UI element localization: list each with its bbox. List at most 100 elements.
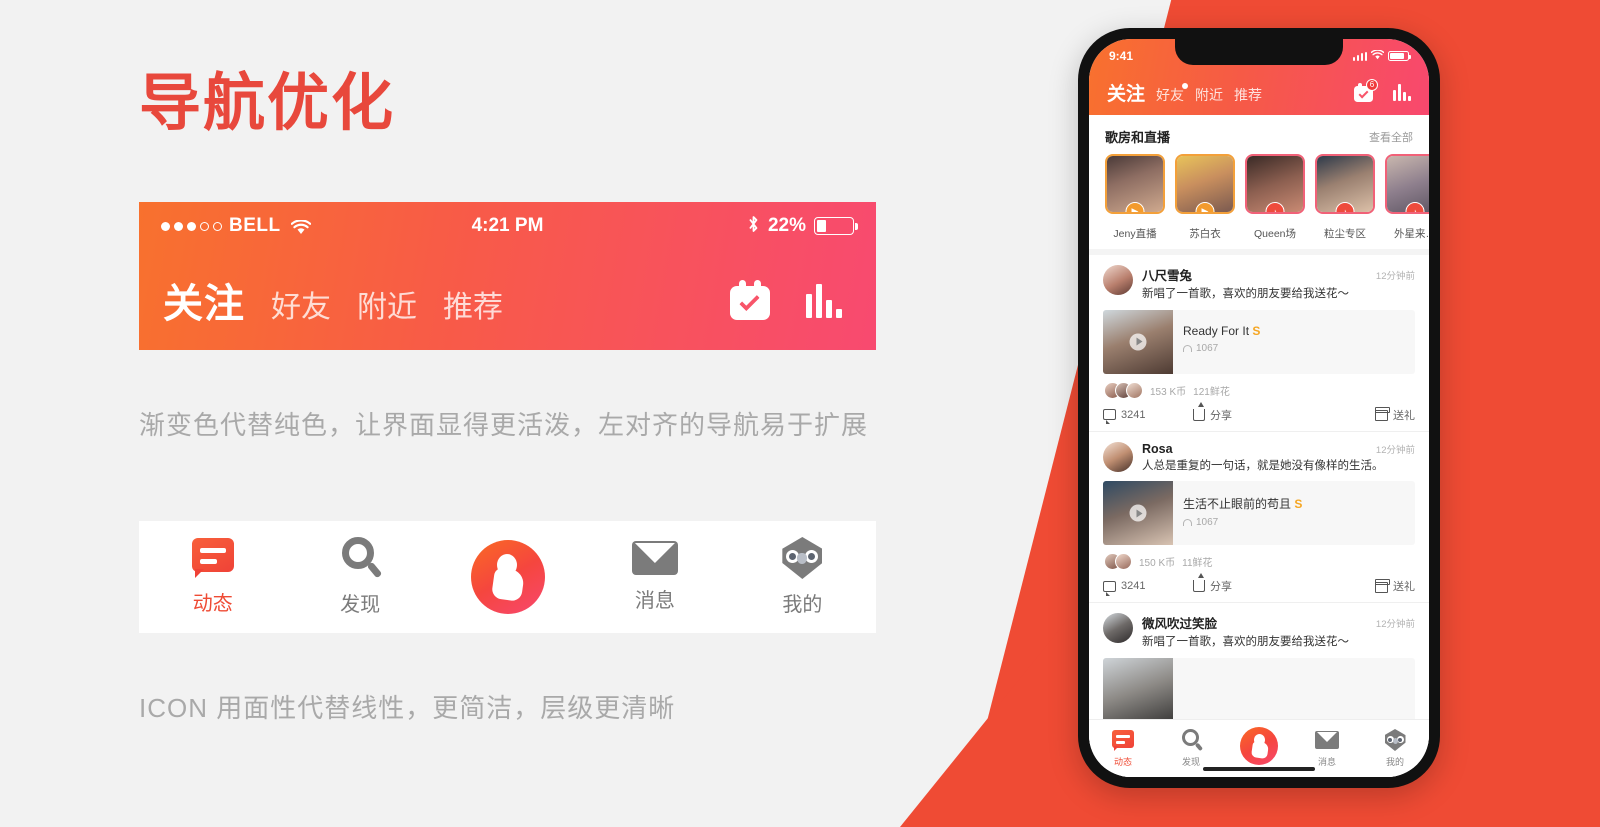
calendar-check-icon[interactable] <box>730 280 770 320</box>
feed-author-name[interactable]: Rosa <box>1142 442 1173 456</box>
comment-icon <box>1103 409 1116 425</box>
gift-label: 送礼 <box>1393 581 1415 594</box>
feed-author-name[interactable]: 微风吹过笑脸 <box>1142 613 1217 632</box>
share-button[interactable]: 分享 <box>1193 401 1303 423</box>
rank-bars-icon[interactable] <box>806 282 842 318</box>
phone-tab-dongtai[interactable]: 动态 <box>1089 729 1157 768</box>
mic-record-icon[interactable] <box>470 540 545 614</box>
phone-navbar-tabs: 关注 好友 附近 推荐 <box>1107 79 1262 106</box>
tab-dongtai[interactable]: 动态 <box>139 538 286 616</box>
live-card-row[interactable]: ▶ Jeny直播 ▶ 苏白衣 ♪ Queen场 ♪ 粒尘专区 ♪ 外星来 <box>1089 154 1429 249</box>
avatar[interactable] <box>1103 613 1133 644</box>
owl-profile-icon <box>782 537 823 579</box>
play-icon[interactable] <box>1129 504 1147 522</box>
phone-nav-tab-friends-label: 好友 <box>1156 86 1185 103</box>
feed-item-name-row: 微风吹过笑脸 12分钟前 <box>1142 613 1415 632</box>
song-plays: 1067 <box>1183 517 1405 528</box>
share-label: 分享 <box>1210 581 1232 594</box>
feed-item[interactable]: 八尺雪兔 12分钟前 新唱了一首歌，喜欢的朋友要给我送花～ Ready For … <box>1089 255 1429 432</box>
like-avatar-group[interactable] <box>1104 553 1132 571</box>
feed-item-name-row: 八尺雪兔 12分钟前 <box>1142 265 1415 284</box>
phone-tab-record[interactable] <box>1225 726 1293 765</box>
rank-bars-icon[interactable] <box>1393 83 1411 101</box>
live-card-name: 外星来… <box>1394 228 1429 240</box>
live-video-badge: ▶ <box>1195 202 1215 212</box>
like-meta: 150 K币 11鲜花 <box>1139 554 1213 569</box>
calendar-badge: 6 <box>1366 78 1378 91</box>
live-thumbnail: ▶ <box>1105 154 1165 214</box>
tab-record[interactable] <box>434 540 581 614</box>
nav-tab-nearby[interactable]: 附近 <box>357 282 417 326</box>
live-thumbnail: ♪ <box>1385 154 1429 214</box>
mic-record-icon[interactable] <box>1240 726 1278 765</box>
gift-button[interactable]: 送礼 <box>1374 578 1415 594</box>
live-card[interactable]: ▶ 苏白衣 <box>1175 154 1235 241</box>
share-icon <box>1193 401 1205 421</box>
share-label: 分享 <box>1210 409 1232 422</box>
live-card[interactable]: ♪ Queen场 <box>1245 154 1305 241</box>
phone-tab-wode-label: 我的 <box>1385 757 1404 767</box>
flower-count: 121鲜花 <box>1193 386 1230 398</box>
phone-nav-tab-follow[interactable]: 关注 <box>1107 79 1145 106</box>
like-avatar-group[interactable] <box>1104 381 1143 399</box>
live-thumbnail: ♪ <box>1245 154 1305 214</box>
share-icon <box>1193 573 1205 593</box>
tab-faxian[interactable]: 发现 <box>286 537 433 617</box>
nav-tab-recommend[interactable]: 推荐 <box>443 282 503 326</box>
feed-author-name[interactable]: 八尺雪兔 <box>1142 265 1192 284</box>
caption-navigation: 渐变色代替纯色，让界面显得更活泼，左对齐的导航易于扩展 <box>139 410 869 440</box>
comment-button[interactable]: 3241 <box>1103 409 1193 425</box>
nav-tab-friends[interactable]: 好友 <box>271 282 331 326</box>
navbar-tabs: 关注 好友 附近 推荐 <box>163 271 503 329</box>
share-button[interactable]: 分享 <box>1193 573 1303 594</box>
search-icon <box>340 537 383 579</box>
comment-count: 3241 <box>1121 580 1146 593</box>
song-quality-mark: S <box>1252 323 1261 338</box>
avatar[interactable] <box>1103 265 1133 295</box>
gift-button[interactable]: 送礼 <box>1374 407 1415 423</box>
left-panel: 导航优化 BELL 4:21 PM 22% 关注 好友 附近 推荐 渐变色代替纯… <box>0 0 960 827</box>
live-card[interactable]: ♪ 外星来… <box>1385 154 1429 241</box>
phone-tab-faxian[interactable]: 发现 <box>1157 729 1225 768</box>
like-meta: 153 K币 121鲜花 <box>1150 383 1230 398</box>
song-card[interactable] <box>1103 657 1415 722</box>
live-card[interactable]: ♪ 粒尘专区 <box>1315 154 1375 241</box>
tab-wode[interactable]: 我的 <box>729 537 876 617</box>
tab-xiaoxi[interactable]: 消息 <box>581 541 728 613</box>
live-card[interactable]: ▶ Jeny直播 <box>1105 154 1165 241</box>
avatar <box>1115 553 1132 571</box>
feed-item[interactable]: 微风吹过笑脸 12分钟前 新唱了一首歌，喜欢的朋友要给我送花～ <box>1089 603 1429 731</box>
phone-time: 9:41 <box>1109 49 1134 63</box>
song-card[interactable]: 生活不止眼前的苟且 S 1067 <box>1103 481 1415 546</box>
cellular-signal-icon <box>1352 51 1367 61</box>
play-icon[interactable] <box>1129 333 1147 351</box>
feed-text: 新唱了一首歌，喜欢的朋友要给我送花～ <box>1142 288 1349 300</box>
feed-item[interactable]: Rosa 12分钟前 人总是重复的一句话，就是她没有像样的生活。 生活不止眼前的… <box>1089 432 1429 604</box>
phone-nav-tab-recommend[interactable]: 推荐 <box>1234 85 1262 105</box>
song-play-count: 1067 <box>1196 342 1219 354</box>
avatar[interactable] <box>1103 441 1133 472</box>
speech-bubble-icon <box>191 538 234 578</box>
live-card-name: Queen场 <box>1253 228 1297 240</box>
phone-notch <box>1175 39 1343 65</box>
song-card[interactable]: Ready For It S 1067 <box>1103 309 1415 374</box>
phone-tab-xiaoxi[interactable]: 消息 <box>1293 729 1361 768</box>
feed-timestamp: 12分钟前 <box>1375 618 1415 630</box>
home-indicator <box>1203 767 1315 771</box>
comment-button[interactable]: 3241 <box>1103 580 1193 596</box>
calendar-check-icon[interactable]: 6 <box>1354 78 1378 102</box>
live-thumbnail: ▶ <box>1175 154 1235 214</box>
live-card-name: 苏白衣 <box>1189 228 1221 240</box>
phone-content[interactable]: 歌房和直播 查看全部 ▶ Jeny直播 ▶ 苏白衣 ♪ Queen场 ♪ 粒尘专… <box>1089 115 1429 777</box>
wifi-icon <box>290 218 311 234</box>
phone-nav-tab-nearby[interactable]: 附近 <box>1195 85 1223 105</box>
flower-count: 11鲜花 <box>1182 558 1213 570</box>
phone-tab-dongtai-label: 动态 <box>1113 757 1132 767</box>
phone-nav-tab-friends[interactable]: 好友 <box>1156 82 1189 105</box>
phone-tab-wode[interactable]: 我的 <box>1361 729 1429 768</box>
live-video-badge: ▶ <box>1125 202 1145 212</box>
live-section-more-link[interactable]: 查看全部 <box>1369 129 1413 145</box>
song-plays: 1067 <box>1183 343 1405 354</box>
feed-item-body: Rosa 12分钟前 人总是重复的一句话，就是她没有像样的生活。 <box>1142 442 1415 475</box>
nav-tab-follow[interactable]: 关注 <box>163 271 245 329</box>
